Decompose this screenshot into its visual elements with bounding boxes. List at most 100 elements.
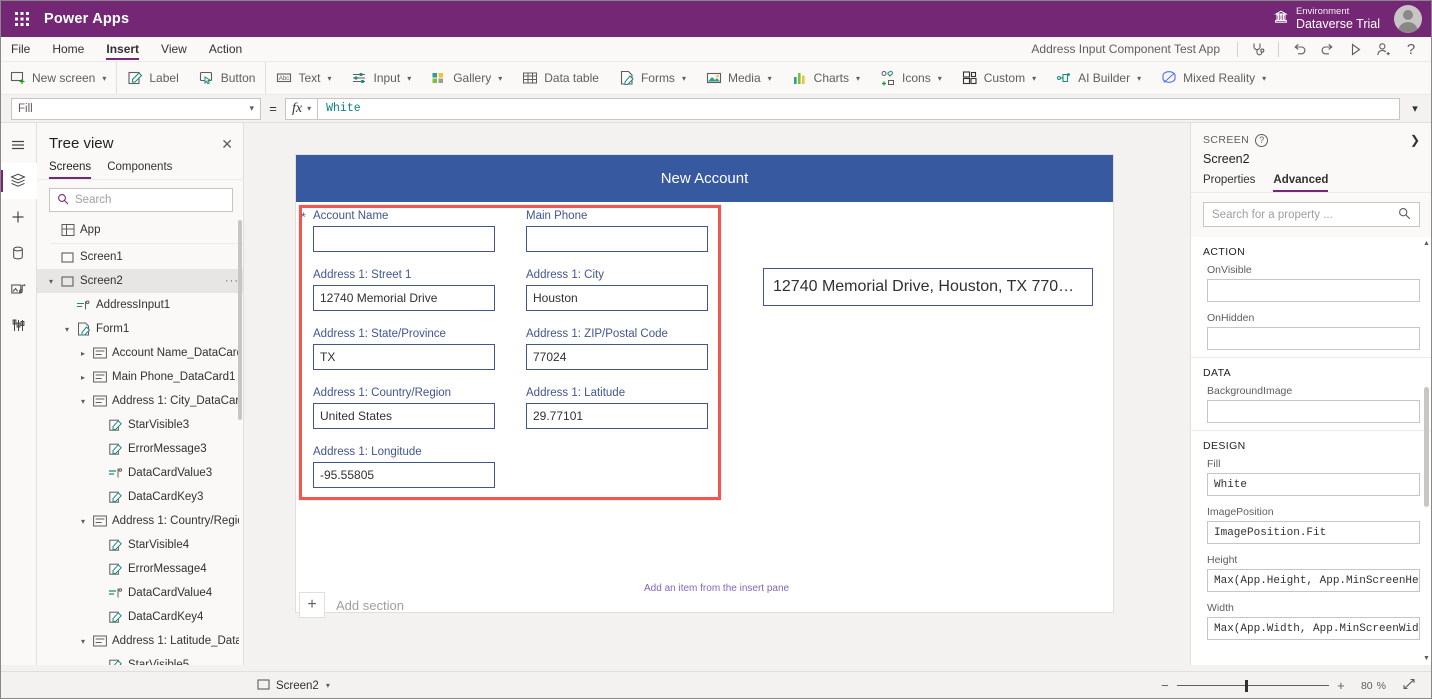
data-icon[interactable] (0, 235, 37, 271)
tree-node[interactable]: Screen1 (37, 245, 243, 269)
insert-charts-menu[interactable]: Charts ▾ (782, 62, 870, 94)
property-value-input[interactable] (1207, 279, 1420, 302)
property-value-input[interactable] (1207, 327, 1420, 350)
fit-screen-icon[interactable] (1398, 677, 1420, 694)
insert-custom-menu[interactable]: Custom ▾ (952, 62, 1046, 94)
form-field-input[interactable]: -95.55805 (313, 462, 495, 488)
menu-item-insert[interactable]: Insert (95, 37, 150, 61)
insert-input-menu[interactable]: Input ▾ (341, 62, 421, 94)
tree-twisty-icon[interactable]: ▾ (75, 637, 91, 646)
insert-media-menu[interactable]: Media ▾ (696, 62, 782, 94)
tree-node[interactable]: DataCardValue4 (37, 581, 243, 605)
form-data-card[interactable]: Address 1: ZIP/Postal Code77024 (526, 328, 708, 370)
tab-advanced[interactable]: Advanced (1273, 174, 1328, 192)
form-data-card[interactable]: *Account Name (313, 210, 495, 252)
form-field-input[interactable] (313, 226, 495, 252)
scroll-up-arrow-icon[interactable]: ▲ (1422, 239, 1431, 248)
tree-twisty-icon[interactable]: ▾ (59, 325, 75, 334)
address-input-component[interactable]: 12740 Memorial Drive, Houston, TX 770… (763, 268, 1093, 306)
tree-node[interactable]: ▸Account Name_DataCard1 (37, 341, 243, 365)
tree-node[interactable]: ErrorMessage3 (37, 437, 243, 461)
zoom-in-button[interactable]: + (1329, 678, 1353, 693)
canvas-area[interactable]: New Account *Account NameMain PhoneAddre… (244, 123, 1190, 665)
tree-node[interactable]: ▸Main Phone_DataCard1 (37, 365, 243, 389)
insert-forms-menu[interactable]: Forms ▾ (609, 62, 696, 94)
help-circle-icon[interactable]: ? (1255, 134, 1268, 147)
app-checker-icon[interactable] (1245, 38, 1271, 60)
menu-item-view[interactable]: View (150, 37, 198, 61)
form-data-card[interactable]: Address 1: CityHouston (526, 269, 708, 311)
zoom-out-button[interactable]: − (1153, 678, 1177, 693)
tree-node[interactable]: DataCardValue3 (37, 461, 243, 485)
property-list[interactable]: ACTIONOnVisibleOnHiddenDATABackgroundIma… (1191, 237, 1432, 665)
tree-view-icon[interactable] (0, 163, 37, 199)
tree-node[interactable]: StarVisible3 (37, 413, 243, 437)
tree-twisty-icon[interactable]: ▾ (43, 277, 59, 286)
form-field-input[interactable]: 12740 Memorial Drive (313, 285, 495, 311)
form-data-card[interactable]: Address 1: Longitude-95.55805 (313, 446, 495, 488)
insert-data-table-button[interactable]: Data table (512, 62, 609, 94)
form-data-card[interactable]: Address 1: Street 112740 Memorial Drive (313, 269, 495, 311)
formula-input[interactable]: White (318, 98, 1400, 120)
form-field-input[interactable]: United States (313, 403, 495, 429)
insert-mixed-reality-menu[interactable]: Mixed Reality ▾ (1151, 62, 1276, 94)
tree-node[interactable]: DataCardKey4 (37, 605, 243, 629)
tab-screens[interactable]: Screens (49, 158, 91, 179)
app-screen-canvas[interactable]: New Account *Account NameMain PhoneAddre… (296, 155, 1113, 612)
tree-node[interactable]: ▾Address 1: City_DataCard1 (37, 389, 243, 413)
tree-twisty-icon[interactable]: ▾ (75, 517, 91, 526)
menu-item-file[interactable]: File (0, 37, 41, 61)
form-field-input[interactable] (526, 226, 708, 252)
undo-icon[interactable] (1286, 38, 1312, 60)
tree-twisty-icon[interactable]: ▾ (75, 397, 91, 406)
property-list-scrollbar-thumb[interactable] (1424, 387, 1429, 507)
property-selector[interactable]: Fill ▾ (11, 98, 261, 120)
tree-node[interactable]: StarVisible4 (37, 533, 243, 557)
tree-node-more-icon[interactable]: ··· (225, 275, 239, 287)
brand-title[interactable]: Power Apps (44, 11, 129, 27)
help-icon[interactable]: ? (1398, 38, 1424, 60)
avatar[interactable] (1394, 5, 1422, 33)
hamburger-icon[interactable] (0, 127, 37, 163)
preview-app-icon[interactable] (1342, 38, 1368, 60)
insert-gallery-menu[interactable]: Gallery ▾ (421, 62, 512, 94)
tree-scrollbar-thumb[interactable] (238, 220, 242, 420)
insert-label-button[interactable]: Label (117, 62, 188, 94)
tree-node[interactable]: ▾Address 1: Latitude_DataCard1 (37, 629, 243, 653)
insert-icons-menu[interactable]: Icons ▾ (870, 62, 952, 94)
tree-twisty-icon[interactable]: ▸ (75, 373, 91, 382)
insert-ai-builder-menu[interactable]: AI Builder ▾ (1046, 62, 1151, 94)
expand-formula-bar-icon[interactable]: ▾ (1400, 102, 1430, 115)
add-section-button[interactable]: + Add section (299, 592, 404, 618)
property-search-input[interactable]: Search for a property ... (1203, 202, 1420, 227)
tree-node-list[interactable]: AppScreen1▾Screen2···AddressInput1▾Form1… (37, 218, 243, 665)
redo-icon[interactable] (1314, 38, 1340, 60)
tree-search-input[interactable]: Search (49, 188, 233, 212)
property-value-input[interactable]: Max(App.Width, App.MinScreenWidth) (1207, 617, 1420, 640)
app-launcher-icon[interactable] (0, 12, 44, 26)
zoom-slider[interactable] (1177, 679, 1329, 693)
new-screen-button[interactable]: New screen ▾ (0, 62, 116, 94)
advanced-tools-icon[interactable] (0, 307, 37, 343)
form-field-input[interactable]: Houston (526, 285, 708, 311)
tree-twisty-icon[interactable]: ▸ (75, 349, 91, 358)
tree-node[interactable]: ▾Form1 (37, 317, 243, 341)
form-data-card[interactable]: Address 1: State/ProvinceTX (313, 328, 495, 370)
tree-node[interactable]: DataCardKey3 (37, 485, 243, 509)
property-value-input[interactable]: Max(App.Height, App.MinScreenHeight) (1207, 569, 1420, 592)
form-field-input[interactable]: TX (313, 344, 495, 370)
chevron-right-icon[interactable]: ❯ (1410, 133, 1420, 147)
media-library-icon[interactable] (0, 271, 37, 307)
environment-switcher[interactable]: Environment Dataverse Trial (1273, 6, 1394, 31)
tree-node[interactable]: App (37, 218, 243, 242)
share-icon[interactable] (1370, 38, 1396, 60)
zoom-slider-thumb[interactable] (1245, 680, 1248, 692)
insert-icon[interactable] (0, 199, 37, 235)
tab-components[interactable]: Components (107, 158, 172, 179)
close-icon[interactable]: ✕ (221, 137, 233, 151)
tree-node[interactable]: ErrorMessage4 (37, 557, 243, 581)
property-value-input[interactable] (1207, 400, 1420, 423)
property-value-input[interactable]: White (1207, 473, 1420, 496)
form-data-card[interactable]: Main Phone (526, 210, 708, 252)
tree-node[interactable]: AddressInput1 (37, 293, 243, 317)
